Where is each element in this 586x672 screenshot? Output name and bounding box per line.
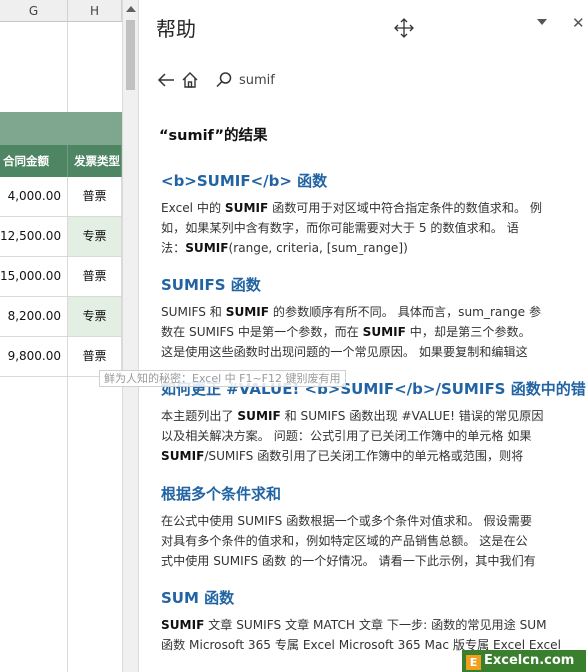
move-icon[interactable] — [393, 17, 415, 39]
amount-cell[interactable]: 12,500.00 — [0, 217, 68, 256]
help-pane: 帮助 ✕ sumif “sumif”的结果 <b>SUMIF</b> 函数 Ex… — [139, 0, 586, 672]
invoice-type-cell[interactable]: 普票 — [68, 257, 122, 296]
result-description-line: 以及相关解决方案。 问题：公式引用了已关闭工作簿中的单元格 如果 — [161, 426, 586, 446]
description-text: (range, criteria, [sum_range]) — [228, 241, 408, 255]
empty-cells[interactable] — [0, 22, 122, 112]
scroll-up-icon[interactable] — [126, 6, 136, 12]
result-title-link[interactable]: <b>SUMIF</b> 函数 — [161, 170, 586, 191]
title-band[interactable] — [0, 112, 122, 145]
watermark-logo-icon: E — [466, 655, 481, 670]
result-title-link[interactable]: 根据多个条件求和 — [161, 483, 586, 504]
help-navigation — [157, 68, 199, 92]
vertical-scrollbar[interactable] — [122, 0, 139, 672]
table-row: 12,500.00 专票 — [0, 217, 122, 257]
watermark-text: Excelcn.com — [484, 653, 575, 668]
description-text: 数在 SUMIFS 中是第一个参数，而在 — [161, 325, 363, 339]
search-result: SUM 函数 SUMIF 文章 SUMIFS 文章 MATCH 文章 下一步: 函… — [161, 587, 586, 655]
result-description-line: 这是使用这些函数时出现问题的一个常见原因。 如果要复制和编辑这 — [161, 342, 586, 362]
home-icon[interactable] — [181, 70, 199, 90]
table-row: 15,000.00 普票 — [0, 257, 122, 297]
search-icon[interactable] — [215, 71, 233, 89]
result-description: Excel 中的 SUMIF 函数可用于对区域中符合指定条件的数值求和。 例如，… — [161, 198, 586, 258]
table-row: 4,000.00 普票 — [0, 177, 122, 217]
description-text: Excel 中的 — [161, 201, 225, 215]
empty-cells[interactable] — [0, 377, 122, 672]
app-window: G H 合同金额 发票类型 4,000.00 普票 12,500.00 专票 1… — [0, 0, 586, 672]
description-text: 文章 SUMIFS 文章 MATCH 文章 下一步: 函数的常见用途 SUM — [204, 618, 547, 632]
description-text: 对具有多个条件的值求和，例如特定区域的产品销售总额。 这是在公 — [161, 534, 528, 548]
description-text: SUMIFS 和 — [161, 305, 226, 319]
highlight-term: SUMIF — [224, 201, 269, 215]
header-invoice-type[interactable]: 发票类型 — [68, 145, 122, 177]
scrollbar-thumb[interactable] — [126, 20, 135, 90]
search-result: <b>SUMIF</b> 函数 Excel 中的 SUMIF 函数可用于对区域中符… — [161, 170, 586, 258]
result-description-line: 法：SUMIF(range, criteria, [sum_range]) — [161, 238, 586, 258]
pane-title: 帮助 — [156, 17, 196, 41]
search-result: 如何更正 #VALUE! <b>SUMIF</b>/SUMIFS 函数中的错误本… — [161, 378, 586, 466]
back-arrow-icon[interactable] — [157, 70, 175, 90]
result-description-line: 数在 SUMIFS 中是第一个参数，而在 SUMIF 中，却是第三个参数。 — [161, 322, 586, 342]
highlight-term: SUMIF — [161, 449, 205, 463]
result-title-link[interactable]: SUMIFS 函数 — [161, 274, 586, 295]
amount-cell[interactable]: 4,000.00 — [0, 177, 68, 216]
result-description-line: 如，如果某列中含有数字，而你可能需要对大于 5 的数值求和。 语 — [161, 218, 586, 238]
table-header-row: 合同金额 发票类型 — [0, 145, 122, 177]
result-description-line: 对具有多个条件的值求和，例如特定区域的产品销售总额。 这是在公 — [161, 531, 586, 551]
close-icon[interactable]: ✕ — [572, 14, 585, 32]
highlight-term: SUMIF — [237, 409, 281, 423]
search-box — [215, 68, 575, 92]
description-text: 这是使用这些函数时出现问题的一个常见原因。 如果要复制和编辑这 — [161, 345, 528, 359]
result-description: 本主题列出了 SUMIF 和 SUMIFS 函数出现 #VALUE! 错误的常见… — [161, 406, 586, 466]
invoice-type-cell[interactable]: 专票 — [68, 217, 122, 256]
highlight-term: SUMIF — [185, 241, 229, 255]
result-description-line: 式中使用 SUMIFS 函数 的一个好情况。 请看一下此示例，其中我们有 — [161, 551, 586, 571]
highlight-term: SUMIF — [362, 325, 406, 339]
site-watermark: E Excelcn.com — [462, 650, 586, 672]
results-heading: “sumif”的结果 — [159, 128, 268, 144]
description-text: 以及相关解决方案。 问题：公式引用了已关闭工作簿中的单元格 如果 — [161, 429, 532, 443]
result-description: 在公式中使用 SUMIFS 函数根据一个或多个条件对值求和。 假设需要 对具有多个… — [161, 511, 586, 571]
result-description-line: SUMIFS 和 SUMIF 的参数顺序有所不同。 具体而言，sum_range… — [161, 302, 586, 322]
result-description-line: Excel 中的 SUMIF 函数可用于对区域中符合指定条件的数值求和。 例 — [161, 198, 586, 218]
column-header-h[interactable]: H — [68, 0, 122, 22]
description-text: 法： — [161, 241, 186, 255]
description-text: 在公式中使用 SUMIFS 函数根据一个或多个条件对值求和。 假设需要 — [161, 514, 532, 528]
search-result: 根据多个条件求和在公式中使用 SUMIFS 函数根据一个或多个条件对值求和。 假… — [161, 483, 586, 571]
result-description-line: SUMIF/SUMIFS 函数引用了已关闭工作簿中的单元格或范围，则将 — [161, 446, 586, 466]
result-description: SUMIF 文章 SUMIFS 文章 MATCH 文章 下一步: 函数的常见用途… — [161, 615, 586, 655]
header-contract-amount[interactable]: 合同金额 — [0, 145, 68, 177]
description-text: 式中使用 SUMIFS 函数 的一个好情况。 请看一下此示例，其中我们有 — [161, 554, 536, 568]
invoice-type-cell[interactable]: 专票 — [68, 297, 122, 336]
spreadsheet-grid: G H 合同金额 发票类型 4,000.00 普票 12,500.00 专票 1… — [0, 0, 122, 672]
result-description-line: 在公式中使用 SUMIFS 函数根据一个或多个条件对值求和。 假设需要 — [161, 511, 586, 531]
description-text: /SUMIFS 函数引用了已关闭工作簿中的单元格或范围，则将 — [204, 449, 524, 463]
highlight-term: SUMIF — [225, 305, 270, 319]
invoice-type-cell[interactable]: 普票 — [68, 177, 122, 216]
dropdown-arrow-icon[interactable] — [537, 19, 547, 25]
description-text: 函数可用于对区域中符合指定条件的数值求和。 例 — [268, 201, 543, 215]
description-text: 和 SUMIFS 函数出现 #VALUE! 错误的常见原因 — [280, 409, 544, 423]
amount-cell[interactable]: 15,000.00 — [0, 257, 68, 296]
amount-cell[interactable]: 9,800.00 — [0, 337, 68, 376]
description-text: 中，却是第三个参数。 — [405, 325, 531, 339]
result-title-link[interactable]: SUM 函数 — [161, 587, 586, 608]
highlight-term: SUMIF — [161, 618, 205, 632]
table-row: 8,200.00 专票 — [0, 297, 122, 337]
result-description-line: 本主题列出了 SUMIF 和 SUMIFS 函数出现 #VALUE! 错误的常见… — [161, 406, 586, 426]
description-text: 本主题列出了 — [161, 409, 238, 423]
description-text: 如，如果某列中含有数字，而你可能需要对大于 5 的数值求和。 语 — [161, 221, 519, 235]
amount-cell[interactable]: 8,200.00 — [0, 297, 68, 336]
search-input[interactable] — [239, 69, 559, 91]
tooltip: 鲜为人知的秘密：Excel 中 F1~F12 键别废有用 — [99, 370, 346, 387]
column-headers: G H — [0, 0, 122, 22]
result-description: SUMIFS 和 SUMIF 的参数顺序有所不同。 具体而言，sum_range… — [161, 302, 586, 362]
search-result: SUMIFS 函数 SUMIFS 和 SUMIF 的参数顺序有所不同。 具体而言，… — [161, 274, 586, 362]
table-body: 4,000.00 普票 12,500.00 专票 15,000.00 普票 8,… — [0, 177, 122, 377]
column-header-g[interactable]: G — [0, 0, 68, 22]
description-text: 的参数顺序有所不同。 具体而言，sum_range 参 — [269, 305, 542, 319]
result-description-line: SUMIF 文章 SUMIFS 文章 MATCH 文章 下一步: 函数的常见用途… — [161, 615, 586, 635]
